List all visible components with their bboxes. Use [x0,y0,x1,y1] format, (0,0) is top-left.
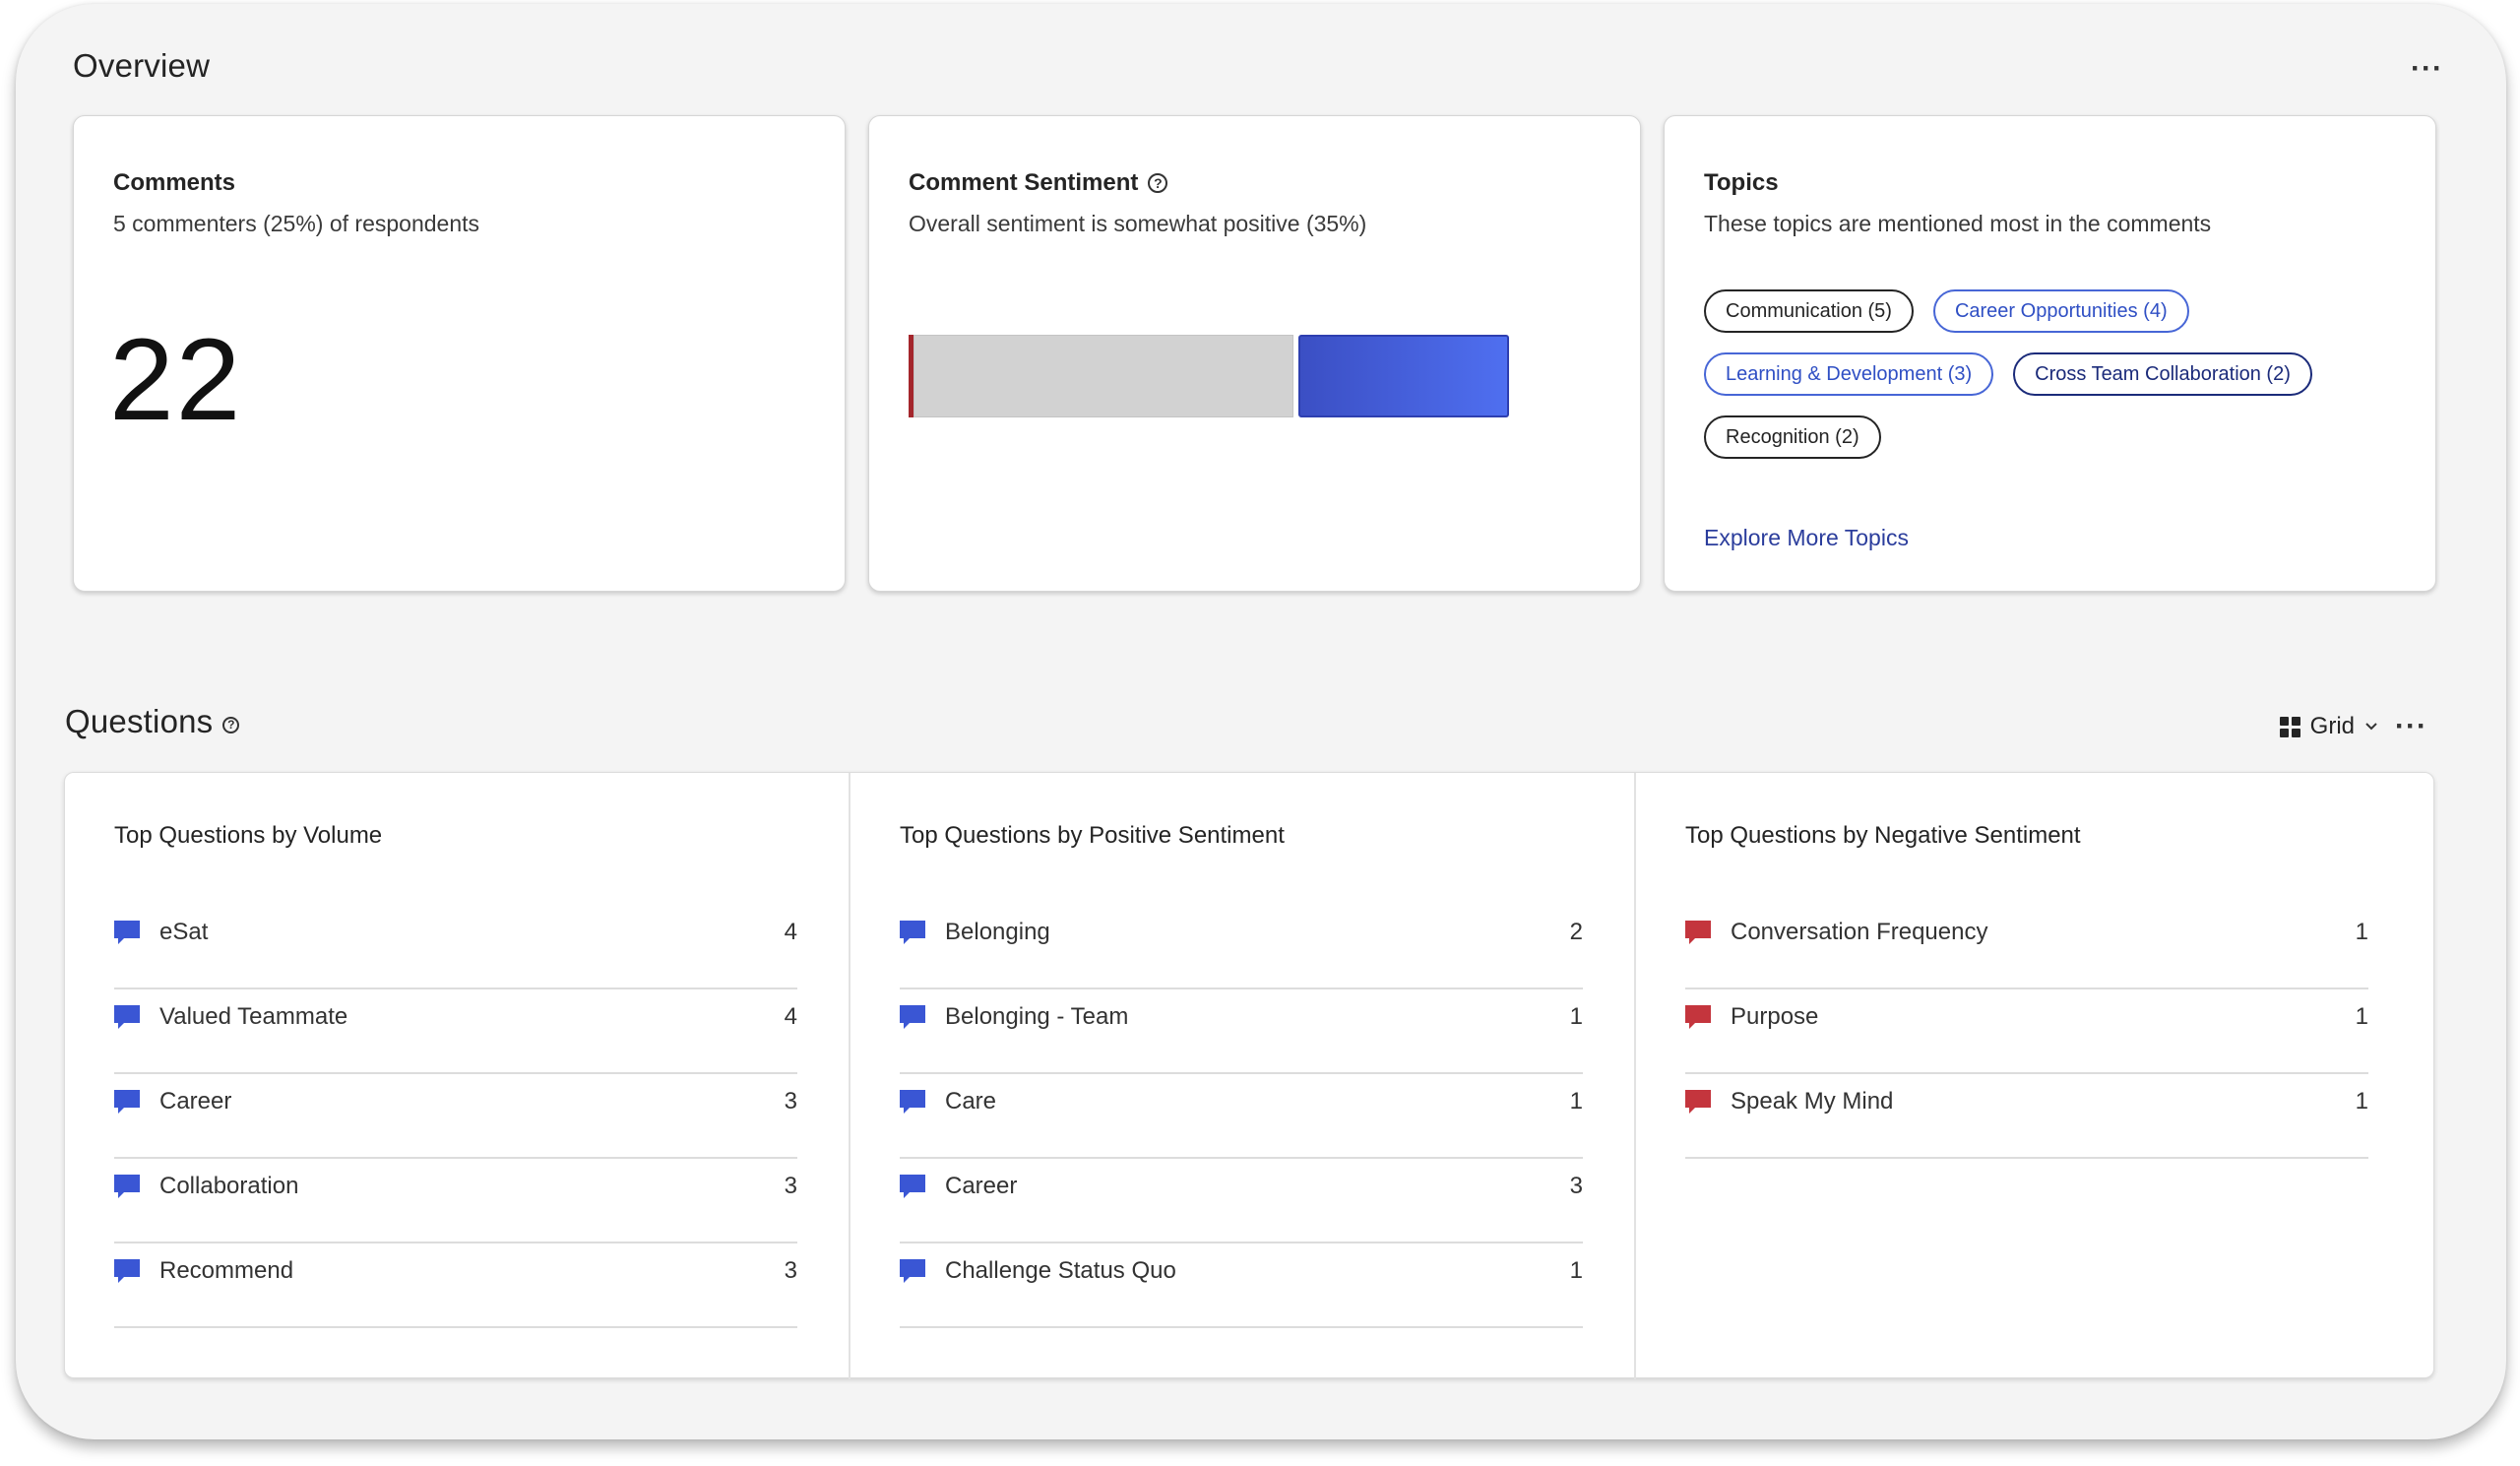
grid-icon [2279,716,2300,737]
comments-title-text: Comments [113,169,236,196]
question-list: Conversation Frequency 1 Purpose 1 Speak… [1685,905,2368,1159]
topic-chip-recognition[interactable]: Recognition (2) [1704,415,1881,459]
column-negative: Top Questions by Negative Sentiment Conv… [1634,773,2433,1379]
list-item[interactable]: Speak My Mind 1 [1685,1074,2368,1159]
topic-chip-learning-development[interactable]: Learning & Development (3) [1704,352,1994,396]
topic-chip-communication[interactable]: Communication (5) [1704,289,1914,333]
column-positive: Top Questions by Positive Sentiment Belo… [849,773,1634,1379]
question-label: Career [945,1173,1018,1199]
comment-icon [900,1175,925,1198]
list-item[interactable]: Conversation Frequency 1 [1685,905,2368,989]
list-item[interactable]: Career 3 [114,1074,797,1159]
questions-more-button[interactable]: ··· [2395,712,2427,741]
sentiment-card-title: Comment Sentiment ? [909,169,1168,197]
question-list: Belonging 2 Belonging - Team 1 Care 1 Ca… [900,905,1583,1328]
question-count: 4 [784,1003,797,1030]
topic-chips: Communication (5) Career Opportunities (… [1704,289,2413,478]
list-item[interactable]: Belonging 2 [900,905,1583,989]
question-label: Purpose [1731,1003,1819,1030]
question-count: 4 [784,919,797,945]
list-item[interactable]: Purpose 1 [1685,989,2368,1074]
comment-count: 22 [109,315,243,445]
topics-title-text: Topics [1704,169,1779,196]
list-item[interactable]: Career 3 [900,1159,1583,1243]
list-item[interactable]: Care 1 [900,1074,1583,1159]
questions-header: Questions ? [65,703,240,740]
question-label: Care [945,1088,997,1115]
comment-icon [1685,1090,1711,1114]
question-label: Belonging - Team [945,1003,1129,1030]
questions-help-icon[interactable]: ? [222,716,240,733]
explore-more-topics-link[interactable]: Explore More Topics [1704,525,1909,551]
topics-card: Topics These topics are mentioned most i… [1664,115,2436,592]
view-selector[interactable]: Grid [2279,713,2378,740]
topics-card-title: Topics [1704,169,1779,197]
comment-icon [114,1175,140,1198]
chevron-down-icon [2365,723,2377,731]
sentiment-card-subtitle: Overall sentiment is somewhat positive (… [909,211,1367,236]
overview-title: Overview [73,47,211,84]
sentiment-bar [909,335,1509,417]
comments-card-title: Comments [113,169,235,197]
overview-more-button[interactable]: ··· [2411,54,2443,84]
question-count: 3 [1569,1173,1583,1199]
questions-panel: Top Questions by Volume eSat 4 Valued Te… [64,772,2434,1379]
comments-card-subtitle: 5 commenters (25%) of respondents [113,211,480,236]
comment-icon [114,1005,140,1029]
question-label: Career [159,1088,232,1115]
sentiment-bar-neutral [914,335,1293,417]
question-count: 1 [2355,1088,2368,1115]
list-item[interactable]: Valued Teammate 4 [114,989,797,1074]
question-count: 2 [1569,919,1583,945]
question-count: 1 [2355,1003,2368,1030]
question-label: Conversation Frequency [1731,919,1988,945]
topics-card-subtitle: These topics are mentioned most in the c… [1704,211,2212,236]
list-item[interactable]: Challenge Status Quo 1 [900,1243,1583,1328]
list-item[interactable]: Belonging - Team 1 [900,989,1583,1074]
question-label: Challenge Status Quo [945,1257,1176,1284]
sentiment-card: Comment Sentiment ? Overall sentiment is… [868,115,1641,592]
comment-icon [900,921,925,944]
question-count: 1 [1569,1088,1583,1115]
list-item[interactable]: Collaboration 3 [114,1159,797,1243]
questions-title: Questions [65,703,214,739]
column-title: Top Questions by Volume [114,822,383,849]
question-count: 1 [1569,1003,1583,1030]
comment-icon [114,1259,140,1283]
question-count: 3 [784,1257,797,1284]
question-count: 3 [784,1088,797,1115]
question-label: Recommend [159,1257,294,1284]
column-title: Top Questions by Positive Sentiment [900,822,1285,849]
topic-chip-career-opportunities[interactable]: Career Opportunities (4) [1932,289,2189,333]
comment-icon [900,1259,925,1283]
question-count: 1 [1569,1257,1583,1284]
sentiment-title-text: Comment Sentiment [909,169,1139,196]
question-label: eSat [159,919,209,945]
question-list: eSat 4 Valued Teammate 4 Career 3 Collab… [114,905,797,1328]
comment-icon [900,1005,925,1029]
question-label: Belonging [945,919,1050,945]
question-label: Valued Teammate [159,1003,348,1030]
comment-icon [900,1090,925,1114]
question-count: 3 [784,1173,797,1199]
help-icon[interactable]: ? [1148,173,1168,193]
comment-icon [114,921,140,944]
topic-chip-cross-team-collaboration[interactable]: Cross Team Collaboration (2) [2013,352,2312,396]
list-item[interactable]: eSat 4 [114,905,797,989]
column-title: Top Questions by Negative Sentiment [1685,822,2081,849]
sentiment-bar-positive [1298,335,1509,417]
list-item[interactable]: Recommend 3 [114,1243,797,1328]
comment-icon [114,1090,140,1114]
question-count: 1 [2355,919,2368,945]
column-volume: Top Questions by Volume eSat 4 Valued Te… [65,773,849,1379]
question-label: Speak My Mind [1731,1088,1894,1115]
question-label: Collaboration [159,1173,299,1199]
comment-icon [1685,1005,1711,1029]
comment-icon [1685,921,1711,944]
view-selector-label: Grid [2309,713,2355,739]
comments-card: Comments 5 commenters (25%) of responden… [73,115,846,592]
dashboard-frame: Overview ··· Comments 5 commenters (25%)… [16,4,2506,1439]
